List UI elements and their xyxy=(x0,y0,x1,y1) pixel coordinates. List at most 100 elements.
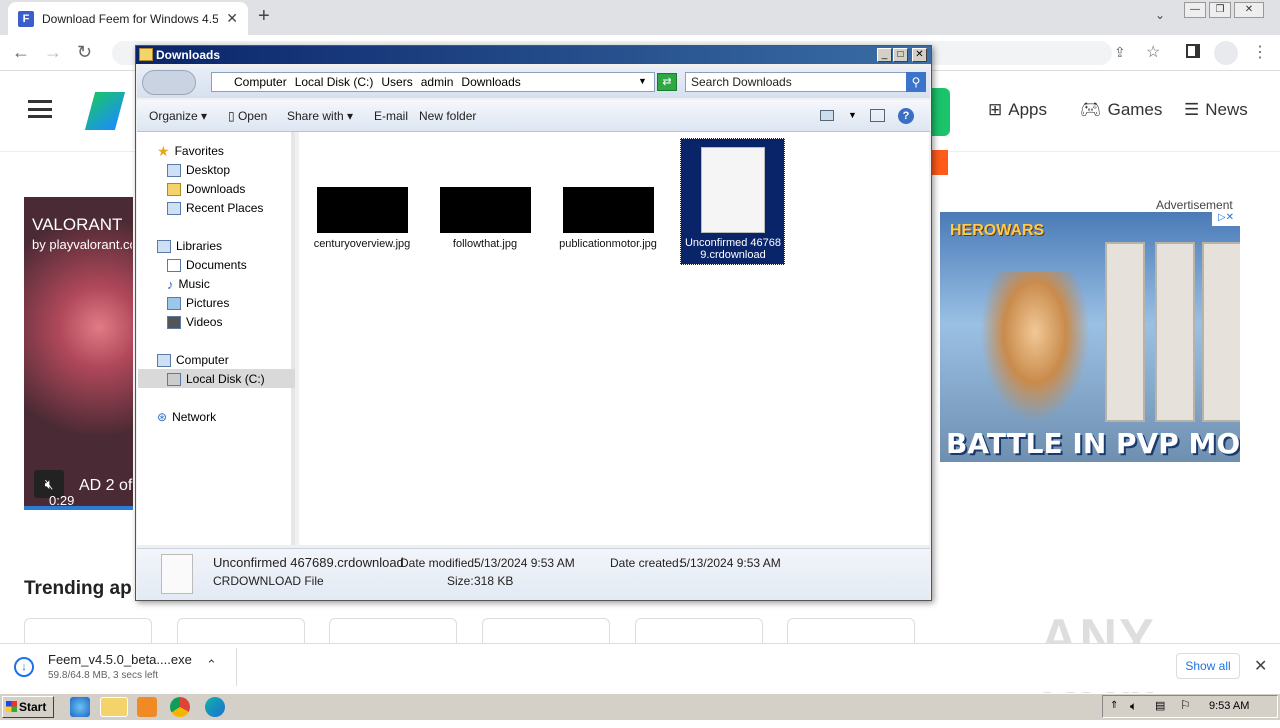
advertisement-label: Advertisement xyxy=(1156,198,1233,212)
file-name[interactable]: centuryoverview.jpg xyxy=(312,238,412,250)
explorer-search-input[interactable]: Search Downloads xyxy=(685,72,907,92)
chrome-icon[interactable] xyxy=(170,697,190,717)
explorer-close-icon[interactable]: ✕ xyxy=(912,48,927,62)
open-button[interactable]: ▯ Open xyxy=(228,109,267,123)
decorative-shape xyxy=(930,150,948,175)
ad-character-image xyxy=(980,272,1090,422)
nav-news[interactable]: ☰ News xyxy=(1184,100,1248,120)
view-dropdown-icon[interactable]: ▼ xyxy=(848,110,857,120)
preview-pane-icon[interactable] xyxy=(870,109,885,122)
explorer-taskbar-icon[interactable] xyxy=(100,697,128,717)
nav-music[interactable]: ♪ Music xyxy=(167,275,210,293)
ad-tower-image xyxy=(1155,242,1195,422)
minimize-icon[interactable]: — xyxy=(1184,2,1206,18)
close-download-bar-icon[interactable]: ✕ xyxy=(1254,656,1267,676)
organize-button[interactable]: Organize ▾ xyxy=(149,109,207,123)
share-icon[interactable]: ⇪ xyxy=(1114,44,1126,61)
chevron-up-icon[interactable]: ⌃ xyxy=(206,657,217,673)
selected-file-item[interactable]: Unconfirmed 467689.crdownload xyxy=(680,138,785,265)
ad-brand: HEROWARS xyxy=(950,222,1045,239)
feem-favicon-icon: F xyxy=(18,10,34,27)
browser-tab[interactable]: F Download Feem for Windows 4.5.0 ✕ xyxy=(8,2,248,35)
image-thumbnail[interactable] xyxy=(440,187,531,233)
nav-computer[interactable]: Computer xyxy=(157,351,229,369)
tab-title: Download Feem for Windows 4.5.0 xyxy=(42,11,219,26)
bookmark-star-icon[interactable]: ☆ xyxy=(1146,42,1160,62)
nav-recent-places[interactable]: Recent Places xyxy=(167,199,263,217)
profile-avatar[interactable] xyxy=(1214,41,1238,65)
navigation-pane: ★ Favorites Desktop Downloads Recent Plac… xyxy=(137,132,295,545)
divider xyxy=(236,648,237,686)
taskbar xyxy=(0,693,1280,720)
menu-kebab-icon[interactable]: ⋮ xyxy=(1252,42,1268,62)
date-created-value: 5/13/2024 9:53 AM xyxy=(680,556,781,570)
nav-videos[interactable]: Videos xyxy=(167,313,222,331)
gamepad-icon: 🎮︎ xyxy=(1080,100,1102,119)
nav-pictures[interactable]: Pictures xyxy=(167,294,229,312)
refresh-icon[interactable]: ⇄ xyxy=(657,73,677,91)
file-name: Unconfirmed 467689.crdownload xyxy=(684,237,781,261)
ie-icon[interactable] xyxy=(70,697,90,717)
hamburger-menu-icon[interactable] xyxy=(28,100,52,118)
image-thumbnail[interactable] xyxy=(317,187,408,233)
tray-arrow-icon[interactable]: ⇑ xyxy=(1110,700,1118,711)
image-thumbnail[interactable] xyxy=(563,187,654,233)
file-name[interactable]: followthat.jpg xyxy=(435,238,535,250)
folder-icon xyxy=(139,48,153,61)
download-progress-icon[interactable]: ↓ xyxy=(14,657,34,677)
back-icon[interactable]: ← xyxy=(12,42,30,63)
start-button[interactable]: Start xyxy=(2,696,54,718)
nav-network[interactable]: ⊛ Network xyxy=(157,408,216,426)
breadcrumb-dropdown-icon[interactable]: ▼ xyxy=(638,76,647,86)
search-icon[interactable]: ⚲ xyxy=(906,72,926,92)
video-progress-bar[interactable] xyxy=(24,506,133,510)
show-all-button[interactable]: Show all xyxy=(1176,653,1240,679)
size-label: Size: xyxy=(447,574,474,588)
tab-search-chevron-icon[interactable]: ⌄ xyxy=(1155,8,1165,22)
new-folder-button[interactable]: New folder xyxy=(419,109,476,123)
nav-libraries[interactable]: Libraries xyxy=(157,237,222,255)
nav-desktop[interactable]: Desktop xyxy=(167,161,230,179)
nav-downloads[interactable]: Downloads xyxy=(167,180,245,198)
ad-choices-icon[interactable]: ▷✕ xyxy=(1212,212,1240,226)
tab-close-icon[interactable]: ✕ xyxy=(226,10,238,27)
explorer-title: Downloads xyxy=(136,46,931,64)
close-window-icon[interactable]: ✕ xyxy=(1234,2,1264,18)
side-panel-icon[interactable] xyxy=(1186,44,1200,58)
forward-icon[interactable]: → xyxy=(44,42,62,63)
nav-favorites[interactable]: ★ Favorites xyxy=(157,142,224,160)
video-ad-title: VALORANT xyxy=(32,215,123,234)
video-ad[interactable]: VALORANT by playvalorant.com 🔇︎ AD 2 of … xyxy=(24,197,133,510)
nav-documents[interactable]: Documents xyxy=(167,256,247,274)
help-icon[interactable]: ? xyxy=(898,108,914,124)
document-icon xyxy=(701,147,765,233)
ad-tower-image xyxy=(1202,242,1240,422)
file-name[interactable]: publicationmotor.jpg xyxy=(558,238,658,250)
date-modified-label: Date modified: xyxy=(400,556,478,570)
hero-wars-banner-ad[interactable]: HEROWARS BATTLE IN PVP MODES! ▷✕ xyxy=(940,212,1240,462)
nav-local-disk[interactable]: Local Disk (C:) xyxy=(167,370,265,388)
view-options-icon[interactable] xyxy=(820,110,834,121)
file-type-icon xyxy=(161,554,193,594)
nav-games[interactable]: 🎮︎ Games xyxy=(1080,100,1162,120)
search-button[interactable] xyxy=(930,88,950,136)
ad-counter: AD 2 of xyxy=(79,477,133,494)
restore-icon[interactable]: ❐ xyxy=(1209,2,1231,18)
reload-icon[interactable]: ↻ xyxy=(77,42,92,63)
nav-apps[interactable]: ⊞ Apps xyxy=(988,100,1047,120)
explorer-maximize-icon[interactable]: □ xyxy=(893,48,908,62)
trending-heading: Trending ap xyxy=(24,578,132,599)
media-player-icon[interactable] xyxy=(137,697,157,717)
edge-icon[interactable] xyxy=(205,697,225,717)
speaker-icon[interactable]: 🔈︎ xyxy=(1130,699,1137,714)
network-tray-icon[interactable]: ▤ xyxy=(1155,699,1165,712)
new-tab-button[interactable]: + xyxy=(258,5,270,28)
share-with-button[interactable]: Share with ▾ xyxy=(287,109,353,123)
explorer-back-forward-buttons[interactable] xyxy=(142,70,196,95)
explorer-minimize-icon[interactable]: _ xyxy=(877,48,892,62)
flag-icon[interactable]: ⚐ xyxy=(1180,698,1191,712)
network-icon: ⊛ xyxy=(157,410,168,424)
download-file-name[interactable]: Feem_v4.5.0_beta....exe xyxy=(48,652,192,667)
explorer-breadcrumb[interactable]: Computer Local Disk (C:) Users admin Dow… xyxy=(211,72,655,92)
email-button[interactable]: E-mail xyxy=(374,109,408,123)
